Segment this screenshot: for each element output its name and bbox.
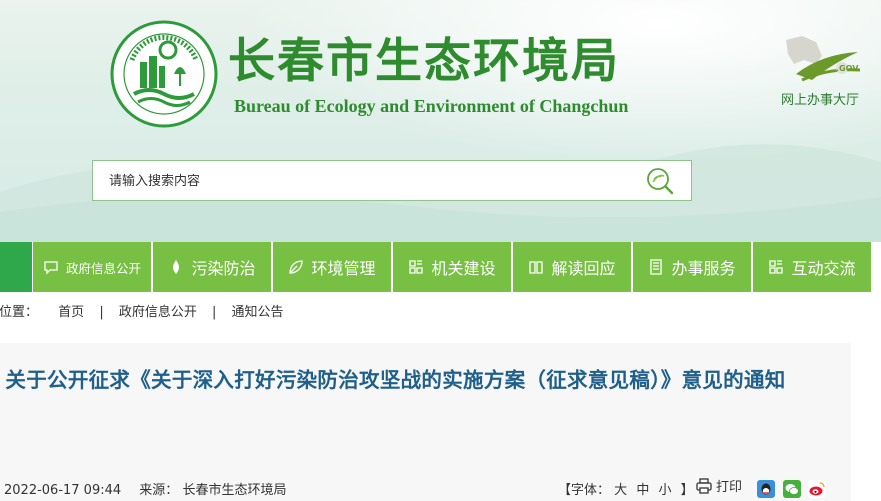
- nav-item-label: 办事服务: [671, 259, 736, 278]
- nav-item-label: 解读回应: [551, 259, 616, 278]
- font-size-label: 【字体：: [558, 483, 611, 498]
- print-label: 打印: [716, 480, 743, 495]
- font-size-close: 】: [680, 483, 694, 498]
- site-title: 长春市生态环境局: [228, 34, 620, 89]
- bureau-logo-emblem: [110, 20, 218, 128]
- font-size-medium[interactable]: 中: [636, 483, 649, 498]
- nav-item-label: 互动交流: [791, 259, 856, 278]
- chat-bubble-icon: [44, 261, 58, 275]
- weibo-icon[interactable]: [808, 480, 826, 498]
- nav-item-interaction[interactable]: 互动交流: [753, 242, 871, 292]
- wechat-icon[interactable]: [783, 480, 801, 498]
- leaf-icon: [289, 260, 304, 274]
- qq-icon[interactable]: [757, 480, 775, 498]
- search-input[interactable]: [107, 161, 631, 202]
- nav-item-label: 环境管理: [311, 259, 376, 278]
- breadcrumb-notices[interactable]: 通知公告: [232, 304, 284, 322]
- publish-date: 2022-06-17 09:44: [4, 483, 122, 498]
- breadcrumb-separator: |: [212, 305, 217, 320]
- nav-item-pollution-control[interactable]: 污染防治: [153, 242, 271, 292]
- breadcrumb-separator: |: [99, 305, 104, 320]
- breadcrumb-home[interactable]: 首页: [58, 304, 84, 322]
- book-icon: [529, 261, 544, 274]
- gov-service-hall-icon[interactable]: .GOV: [782, 34, 864, 88]
- nav-item-label: 机关建设: [431, 259, 496, 278]
- nav-item-gov-info[interactable]: 政府信息公开: [33, 242, 151, 292]
- nav-item-env-management[interactable]: 环境管理: [273, 242, 391, 292]
- leaf-drop-icon: [173, 260, 180, 274]
- printer-icon: [696, 477, 712, 494]
- site-header: 长春市生态环境局 Bureau of Ecology and Environme…: [0, 0, 881, 242]
- print-button[interactable]: 打印: [696, 476, 742, 495]
- gov-service-hall-link[interactable]: 网上办事大厅: [781, 89, 859, 108]
- font-size-control: 【字体： 大 中 小 】: [558, 479, 694, 498]
- nav-item-label: 政府信息公开: [65, 260, 141, 276]
- grid-icon: [769, 260, 784, 274]
- document-icon: [650, 259, 663, 275]
- breadcrumb-label: 的位置：: [0, 305, 39, 320]
- search-icon[interactable]: [645, 166, 675, 196]
- site-subtitle: Bureau of Ecology and Environment of Cha…: [234, 96, 629, 116]
- main-nav: 政府信息公开 污染防治 环境管理 机关建设 解读回应 办事服务 互动交流: [0, 242, 881, 292]
- nav-item-label: 污染防治: [191, 259, 256, 278]
- font-size-small[interactable]: 小: [658, 483, 671, 498]
- source-label: 来源：: [139, 483, 179, 498]
- source-value: 长春市生态环境局: [182, 483, 287, 498]
- font-size-large[interactable]: 大: [614, 483, 627, 498]
- nav-home-tab[interactable]: [0, 242, 32, 292]
- svg-text:.GOV: .GOV: [836, 64, 859, 73]
- nav-item-agency-building[interactable]: 机关建设: [393, 242, 511, 292]
- breadcrumb: 的位置： 首页 | 政府信息公开 | 通知公告: [0, 304, 284, 322]
- nav-item-services[interactable]: 办事服务: [633, 242, 751, 292]
- grid-icon: [409, 260, 424, 274]
- article-meta: 2022-06-17 09:44 来源： 长春市生态环境局: [4, 479, 286, 498]
- nav-item-interpretation[interactable]: 解读回应: [513, 242, 631, 292]
- article-title: 关于公开征求《关于深入打好污染防治攻坚战的实施方案（征求意见稿）》意见的通知: [5, 368, 786, 392]
- breadcrumb-gov-info[interactable]: 政府信息公开: [119, 304, 197, 322]
- search-box: [92, 160, 692, 202]
